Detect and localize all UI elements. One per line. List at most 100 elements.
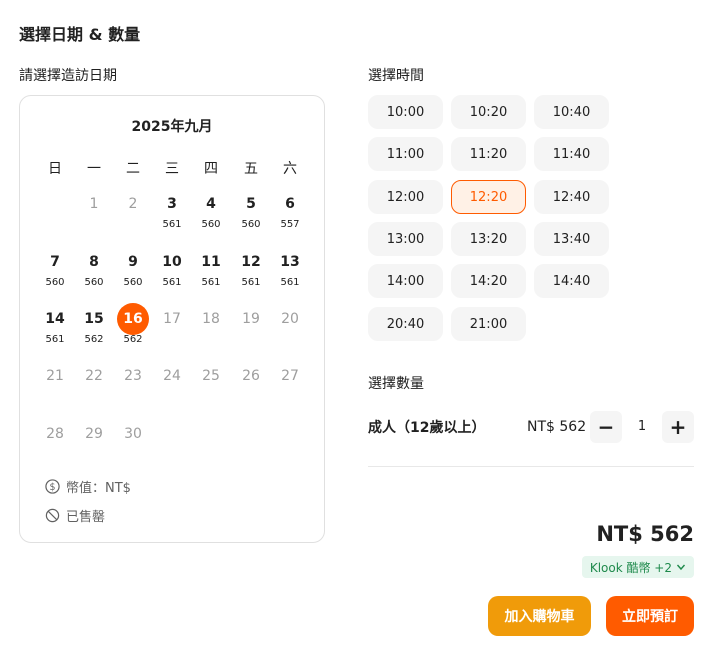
calendar-day: 20	[273, 309, 307, 355]
calendar-day-price: 561	[162, 277, 182, 288]
calendar-day-price: 560	[201, 219, 221, 230]
time-slot[interactable]: 14:20	[451, 264, 526, 298]
calendar-day-number: 9	[128, 254, 138, 270]
calendar-day[interactable]: 15 562	[77, 309, 111, 355]
calendar-day[interactable]: 6 557	[273, 194, 307, 240]
time-section-label: 選擇時間	[368, 68, 424, 84]
calendar-day[interactable]: 4 560	[194, 194, 228, 240]
calendar-day-number: 20	[281, 311, 299, 327]
calendar-day: 25	[194, 366, 228, 412]
calendar-day: 22	[77, 366, 111, 412]
calendar-day-number: 18	[202, 311, 220, 327]
calendar-day[interactable]: 11 561	[194, 252, 228, 298]
calendar-day-number: 28	[46, 426, 64, 442]
prohibited-icon	[45, 508, 60, 523]
calendar-day[interactable]: 8 560	[77, 252, 111, 298]
calendar-day-number: 4	[206, 196, 216, 212]
book-now-button[interactable]: 立即預訂	[606, 596, 694, 636]
quantity-decrease-button[interactable]: −	[590, 411, 622, 443]
time-slot[interactable]: 20:40	[368, 307, 443, 341]
calendar-day-number: 23	[124, 368, 142, 384]
weekday-header: 日	[48, 161, 62, 177]
klook-coins-label: Klook 酷幣 +2	[589, 560, 672, 575]
weekday-header: 三	[165, 161, 179, 177]
calendar-day-number: 27	[281, 368, 299, 384]
time-slot[interactable]: 11:00	[368, 137, 443, 171]
add-to-cart-button[interactable]: 加入購物車	[488, 596, 591, 636]
calendar-day-number: 5	[246, 196, 256, 212]
time-slot[interactable]: 14:00	[368, 264, 443, 298]
calendar-day: 26	[234, 366, 268, 412]
calendar-day[interactable]: 5 560	[234, 194, 268, 240]
calendar-day-price: 561	[201, 277, 221, 288]
time-slot[interactable]: 10:40	[534, 95, 609, 129]
quantity-value: 1	[637, 419, 647, 434]
calendar-day: 29	[77, 424, 111, 470]
legend-currency: $ 幣值：NT$	[45, 477, 131, 496]
calendar-day[interactable]: 10 561	[155, 252, 189, 298]
calendar-day-number: 26	[242, 368, 260, 384]
calendar-day[interactable]: 3 561	[155, 194, 189, 240]
time-slot[interactable]: 12:40	[534, 180, 609, 214]
calendar-day[interactable]: 7 560	[38, 252, 72, 298]
calendar-day-price: 560	[45, 277, 65, 288]
divider	[368, 466, 694, 467]
calendar-day: 19	[234, 309, 268, 355]
page-title: 選擇日期 & 數量	[19, 25, 141, 44]
time-slot[interactable]: 13:40	[534, 222, 609, 256]
calendar-day: 28	[38, 424, 72, 470]
calendar-day-number: 6	[285, 196, 295, 212]
date-section-label: 請選擇造訪日期	[19, 68, 117, 84]
time-slot[interactable]: 21:00	[451, 307, 526, 341]
calendar-day-number: 11	[201, 254, 221, 270]
calendar-day-number: 13	[280, 254, 300, 270]
time-slot[interactable]: 10:20	[451, 95, 526, 129]
calendar-day: 30	[116, 424, 150, 470]
time-slot[interactable]: 13:20	[451, 222, 526, 256]
calendar-day-number: 7	[50, 254, 60, 270]
time-slot[interactable]: 11:40	[534, 137, 609, 171]
dollar-icon: $	[45, 479, 60, 494]
calendar-day-number: 30	[124, 426, 142, 442]
calendar-day-number: 24	[163, 368, 181, 384]
calendar-day-price: 562	[123, 334, 143, 345]
time-slot[interactable]: 11:20	[451, 137, 526, 171]
time-slot[interactable]: 10:00	[368, 95, 443, 129]
quantity-increase-button[interactable]: +	[662, 411, 694, 443]
calendar-day-number: 12	[241, 254, 261, 270]
chevron-down-icon	[676, 564, 686, 571]
svg-text:$: $	[50, 482, 56, 493]
calendar-day-number: 2	[128, 196, 138, 212]
time-slot[interactable]: 12:00	[368, 180, 443, 214]
calendar-day[interactable]: 9 560	[116, 252, 150, 298]
time-slot[interactable]: 13:00	[368, 222, 443, 256]
calendar-day-price: 561	[280, 277, 300, 288]
legend-sold-out: 已售罄	[45, 506, 105, 525]
calendar-day-number: 29	[85, 426, 103, 442]
calendar-day[interactable]: 14 561	[38, 309, 72, 355]
calendar-day[interactable]: 16 562	[116, 309, 150, 355]
klook-coins-badge[interactable]: Klook 酷幣 +2	[581, 556, 694, 578]
adult-ticket-label: 成人（12歲以上）	[368, 420, 486, 436]
time-slot[interactable]: 12:20	[451, 180, 526, 214]
weekday-header: 四	[204, 161, 218, 177]
weekday-header: 五	[244, 161, 258, 177]
calendar-day-price: 560	[241, 219, 261, 230]
calendar-day-number: 14	[45, 311, 65, 327]
calendar-day-number: 21	[46, 368, 64, 384]
calendar-day[interactable]: 13 561	[273, 252, 307, 298]
calendar-day[interactable]: 12 561	[234, 252, 268, 298]
legend-currency-label: 幣值：NT$	[66, 481, 131, 496]
calendar-day: 18	[194, 309, 228, 355]
quantity-section-label: 選擇數量	[368, 376, 424, 392]
calendar-day: 1	[77, 194, 111, 240]
calendar-day-price: 560	[84, 277, 104, 288]
calendar-day-number: 15	[84, 311, 104, 327]
adult-ticket-price: NT$ 562	[527, 419, 587, 435]
calendar-day: 23	[116, 366, 150, 412]
calendar-day-number: 3	[167, 196, 177, 212]
calendar-day-number: 17	[163, 311, 181, 327]
time-slot[interactable]: 14:40	[534, 264, 609, 298]
calendar-day-number: 10	[162, 254, 182, 270]
calendar-day-number: 22	[85, 368, 103, 384]
